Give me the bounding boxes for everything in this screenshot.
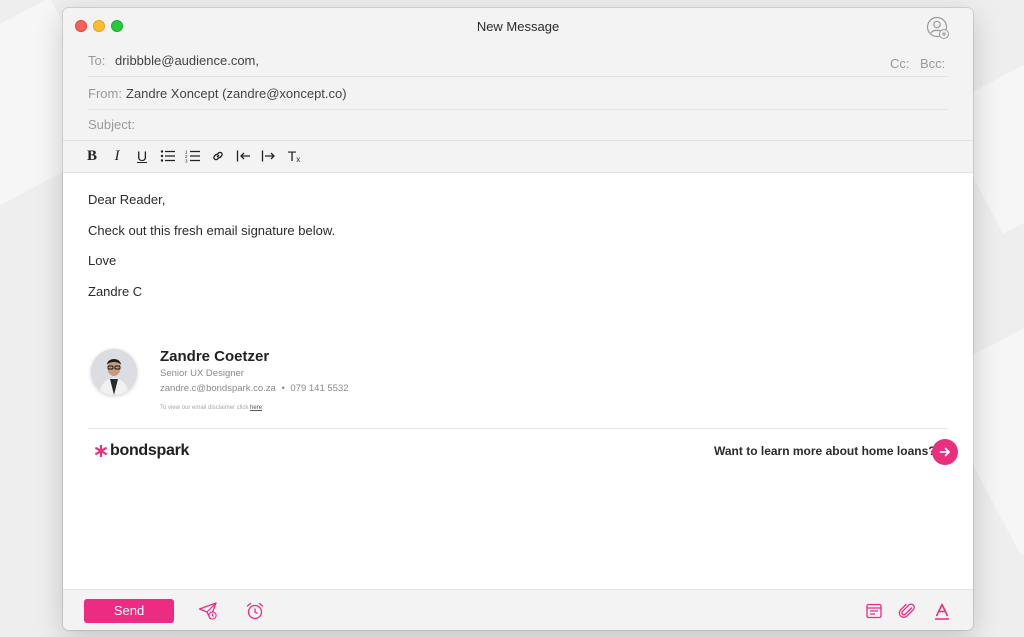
body-line: Zandre C xyxy=(88,284,143,299)
bold-button[interactable]: B xyxy=(83,147,101,165)
message-header: To: dribbble@audience.com, Cc: Bcc: From… xyxy=(63,45,973,140)
to-label: To: xyxy=(88,53,106,68)
underline-button[interactable]: U xyxy=(133,147,151,165)
brand-name: bondspark xyxy=(110,442,190,459)
body-line: Love xyxy=(88,253,117,268)
signature-divider xyxy=(88,428,948,429)
to-row: To: dribbble@audience.com, Cc: Bcc: xyxy=(88,45,948,77)
arrow-right-icon xyxy=(939,447,950,457)
subject-row: Subject: xyxy=(88,109,948,140)
indent-icon[interactable] xyxy=(260,147,278,165)
link-icon[interactable] xyxy=(209,147,227,165)
paperclip-icon[interactable] xyxy=(898,601,918,621)
alarm-clock-icon[interactable] xyxy=(245,601,265,621)
svg-text:3: 3 xyxy=(185,159,188,164)
cc-button[interactable]: Cc: xyxy=(890,56,910,71)
send-button[interactable]: Send xyxy=(84,599,174,623)
template-icon[interactable] xyxy=(864,601,884,621)
brand-logo: bondspark xyxy=(95,440,189,462)
signature-name: Zandre Coetzer xyxy=(160,348,270,365)
body-line: Check out this fresh email signature bel… xyxy=(88,223,336,238)
signature-avatar xyxy=(91,349,137,395)
signature-role: Senior UX Designer xyxy=(160,368,244,379)
bcc-button[interactable]: Bcc: xyxy=(920,56,945,71)
italic-button[interactable]: I xyxy=(108,147,126,165)
compose-footer: Send xyxy=(63,589,973,630)
disclaimer-text: To view our email disclaimer click xyxy=(160,405,249,411)
bullet-list-icon[interactable] xyxy=(159,147,177,165)
signature-contact: zandre.c@bondspark.co.za • 079 141 5532 xyxy=(160,383,349,394)
add-contact-icon[interactable] xyxy=(926,16,950,40)
numbered-list-icon[interactable]: 1 2 3 xyxy=(184,147,202,165)
cta-arrow-button[interactable] xyxy=(932,439,958,465)
signature-phone: 079 141 5532 xyxy=(290,383,349,394)
from-field[interactable]: Zandre Xoncept (zandre@xoncept.co) xyxy=(126,86,347,101)
signature-email[interactable]: zandre.c@bondspark.co.za xyxy=(160,383,276,394)
disclaimer-link[interactable]: here xyxy=(250,405,262,411)
from-row: From: Zandre Xoncept (zandre@xoncept.co) xyxy=(88,78,948,110)
window-title: New Message xyxy=(476,19,560,34)
clear-format-x-icon: x xyxy=(296,155,301,164)
title-bar: New Message xyxy=(63,8,973,45)
cta-text[interactable]: Want to learn more about home loans? xyxy=(714,444,936,458)
body-line: Dear Reader, xyxy=(88,192,166,207)
format-toolbar: B I U 1 2 3 T x xyxy=(63,140,973,173)
to-field[interactable]: dribbble@audience.com, xyxy=(115,53,259,68)
send-later-icon[interactable] xyxy=(198,601,218,621)
signature-disclaimer: To view our email disclaimer click here xyxy=(160,405,262,411)
outdent-icon[interactable] xyxy=(235,147,253,165)
signature-separator: • xyxy=(281,383,285,394)
font-style-icon[interactable] xyxy=(932,601,952,621)
brand-asterisk-icon xyxy=(95,445,107,457)
clear-format-button[interactable]: Tx xyxy=(285,147,303,165)
compose-window: New Message To: dribbble@audience.com, C… xyxy=(63,8,973,630)
from-label: From: xyxy=(88,86,122,101)
subject-label: Subject: xyxy=(88,117,135,132)
clear-format-label: T xyxy=(287,148,297,164)
